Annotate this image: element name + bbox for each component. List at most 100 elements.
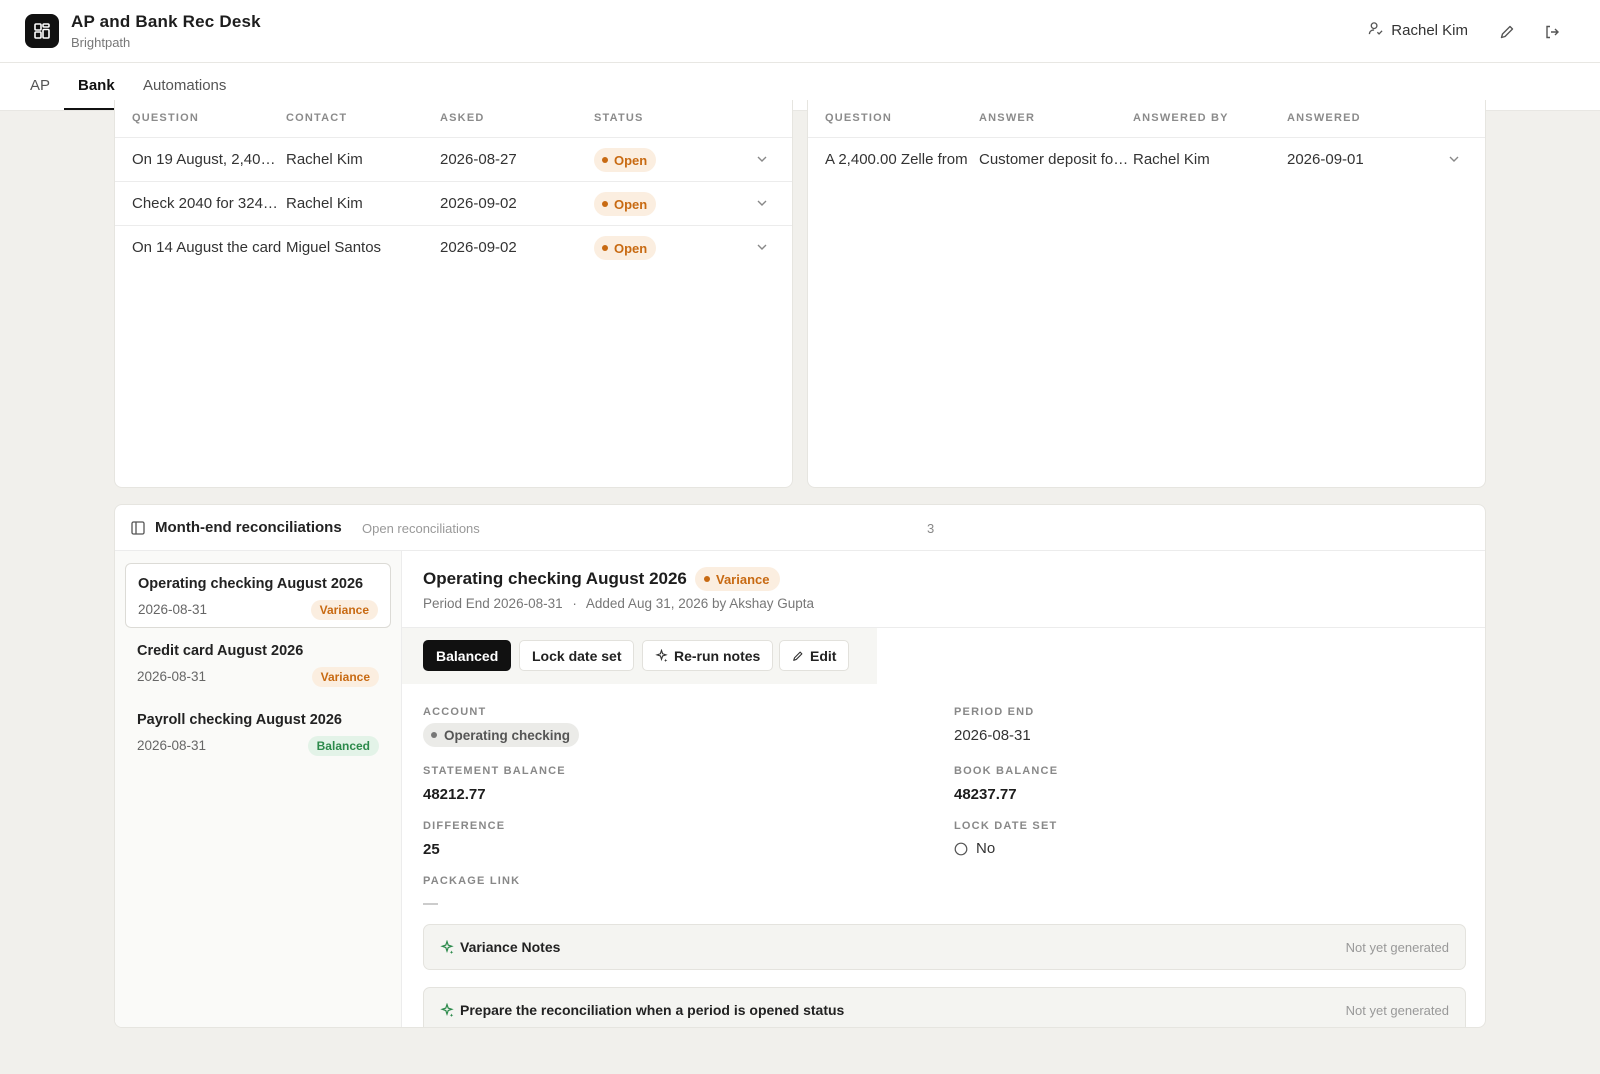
note-title: Prepare the reconciliation when a period…: [460, 1002, 845, 1018]
open-questions-table: QUESTION CONTACT ASKED STATUS On 19 Augu…: [114, 100, 793, 488]
status-label: Open: [614, 240, 648, 256]
account-value: Operating checking: [444, 727, 571, 743]
account-dot: [431, 732, 437, 738]
answer-cell: Customer deposit for invoice: [979, 151, 1131, 168]
month-end-reconciliations-panel: Month-end reconciliations Open reconcili…: [114, 504, 1486, 1028]
period-end-value: 2026-08-31: [954, 727, 1031, 744]
pencil-icon: [793, 651, 803, 661]
answered-questions-table: QUESTION ANSWER ANSWERED BY ANSWERED A 2…: [807, 100, 1486, 488]
balanced-button-label: Balanced: [436, 647, 499, 664]
table-row[interactable]: Check 2040 for 3240.00 Rachel Kim 2026-0…: [115, 182, 792, 226]
pencil-icon[interactable]: [1496, 21, 1518, 43]
asked-cell: 2026-09-02: [440, 239, 517, 256]
contact-cell: Rachel Kim: [286, 195, 363, 212]
prepare-reconciliation-box[interactable]: Prepare the reconciliation when a period…: [423, 987, 1466, 1027]
table-row[interactable]: On 14 August the card Miguel Santos 2026…: [115, 226, 792, 270]
table-header: QUESTION ANSWER ANSWERED BY ANSWERED: [808, 110, 1485, 138]
status-dot: [602, 245, 608, 251]
column-header-question[interactable]: QUESTION: [825, 112, 892, 124]
meta-separator: ·: [572, 596, 577, 611]
account-label: ACCOUNT: [423, 706, 487, 718]
detail-title: Operating checking August 2026: [423, 569, 687, 588]
column-header-contact[interactable]: CONTACT: [286, 112, 347, 124]
tab-automations[interactable]: Automations: [143, 77, 226, 94]
chevron-down-icon[interactable]: [755, 196, 769, 210]
question-cell: On 14 August the card: [132, 239, 282, 256]
rerun-notes-button[interactable]: Re-run notes: [642, 640, 774, 671]
app-header: AP and Bank Rec Desk Brightpath Rachel K…: [0, 0, 1600, 63]
list-item-name: Payroll checking August 2026: [137, 712, 342, 728]
status-badge: Open: [594, 148, 657, 172]
sparkle-icon: [440, 1003, 454, 1017]
contact-cell: Rachel Kim: [286, 151, 363, 168]
lock-date-label: LOCK DATE SET: [954, 820, 1058, 832]
lock-date-button-label: Lock date set: [532, 647, 622, 664]
table-row[interactable]: On 19 August, 2,400.00 Zelle Rachel Kim …: [115, 138, 792, 182]
status-badge: Variance: [310, 600, 378, 620]
list-item-date: 2026-08-31: [137, 738, 207, 753]
package-link-value: —: [423, 895, 438, 912]
app-title: AP and Bank Rec Desk: [71, 12, 261, 31]
reconciliation-list: Operating checking August 2026 2026-08-3…: [115, 551, 402, 1027]
panel-icon: [131, 521, 145, 535]
detail-meta: Period End 2026-08-31 · Added Aug 31, 20…: [423, 596, 814, 611]
column-header-asked[interactable]: ASKED: [440, 112, 485, 124]
list-item-date: 2026-08-31: [137, 669, 207, 684]
status-badge: Open: [594, 236, 657, 260]
radio-empty-icon: [954, 842, 968, 855]
edit-button-label: Edit: [810, 647, 837, 664]
list-item[interactable]: Credit card August 2026 2026-08-31 Varia…: [125, 631, 391, 696]
tab-bank[interactable]: Bank: [78, 77, 115, 94]
reconciliation-detail: Operating checking August 2026 Variance …: [402, 551, 1485, 1027]
panel-subtitle: Open reconciliations: [362, 521, 480, 536]
user-menu[interactable]: Rachel Kim: [1368, 21, 1468, 40]
account-chip[interactable]: Operating checking: [423, 723, 580, 747]
asked-cell: 2026-09-02: [440, 195, 517, 212]
app-logo-icon[interactable]: [25, 14, 59, 48]
variance-notes-box[interactable]: Variance Notes Not yet generated: [423, 924, 1466, 970]
list-item-date: 2026-08-31: [138, 602, 208, 617]
column-header-question[interactable]: QUESTION: [132, 112, 199, 124]
reconciliation-count: 3: [927, 521, 935, 536]
tab-ap[interactable]: AP: [30, 77, 50, 94]
answered-by-cell: Rachel Kim: [1133, 151, 1210, 168]
list-item-name: Operating checking August 2026: [138, 576, 364, 592]
status-label: Open: [614, 196, 648, 212]
column-header-answer[interactable]: ANSWER: [979, 112, 1035, 124]
note-title: Variance Notes: [460, 939, 561, 955]
question-cell: On 19 August, 2,400.00 Zelle: [132, 151, 282, 168]
detail-status-badge: Variance: [695, 567, 780, 591]
column-header-answered[interactable]: ANSWERED: [1287, 112, 1361, 124]
chevron-down-icon[interactable]: [755, 240, 769, 254]
question-cell: Check 2040 for 3240.00: [132, 195, 282, 212]
column-header-status[interactable]: STATUS: [594, 112, 644, 124]
question-cell: A 2,400.00 Zelle from: [825, 151, 968, 168]
panel-title: Month-end reconciliations: [155, 519, 342, 536]
panel-header: Month-end reconciliations Open reconcili…: [115, 505, 1485, 551]
list-item[interactable]: Payroll checking August 2026 2026-08-31 …: [125, 700, 391, 765]
table-row[interactable]: A 2,400.00 Zelle from Customer deposit f…: [808, 138, 1485, 182]
lock-date-button[interactable]: Lock date set: [519, 640, 635, 671]
book-balance-value: 48237.77: [954, 786, 1017, 803]
table-header: QUESTION CONTACT ASKED STATUS: [115, 110, 792, 138]
statement-balance-label: STATEMENT BALANCE: [423, 765, 566, 777]
chevron-down-icon[interactable]: [1447, 152, 1461, 166]
asked-cell: 2026-08-27: [440, 151, 517, 168]
logout-icon[interactable]: [1541, 21, 1563, 43]
column-header-answered-by[interactable]: ANSWERED BY: [1133, 112, 1229, 124]
status-badge: Open: [594, 192, 657, 216]
balanced-button[interactable]: Balanced: [423, 640, 512, 671]
lock-date-value: No: [954, 840, 995, 857]
list-item-name: Credit card August 2026: [137, 643, 304, 659]
chevron-down-icon[interactable]: [755, 152, 769, 166]
status-label: Variance: [716, 571, 770, 587]
status-badge: Balanced: [307, 736, 379, 756]
difference-label: DIFFERENCE: [423, 820, 506, 832]
statement-balance-value: 48212.77: [423, 786, 486, 803]
edit-button[interactable]: Edit: [779, 640, 850, 671]
period-end-meta: Period End 2026-08-31: [423, 596, 563, 611]
status-label: Open: [614, 152, 648, 168]
added-by-meta: Added Aug 31, 2026 by Akshay Gupta: [585, 596, 815, 611]
status-badge: Variance: [311, 667, 379, 687]
list-item[interactable]: Operating checking August 2026 2026-08-3…: [125, 563, 391, 628]
